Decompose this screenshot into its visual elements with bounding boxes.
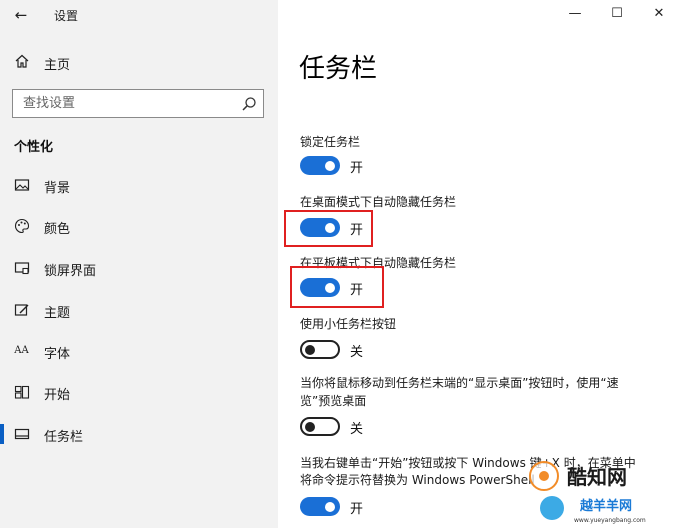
settings-window: ← 设置 主页 个性化: [0, 0, 682, 528]
sidebar-item-taskbar[interactable]: 任务栏: [0, 419, 278, 449]
setting-label-autohide-desktop: 在桌面模式下自动隐藏任务栏: [300, 195, 457, 209]
setting-label-peek-line2: 览”预览桌面: [300, 394, 367, 408]
setting-peek: 关: [300, 416, 380, 438]
search-box[interactable]: [12, 89, 264, 118]
sidebar-item-colors[interactable]: 颜色: [0, 211, 278, 241]
sidebar-item-background[interactable]: 背景: [0, 170, 278, 200]
powershell-toggle[interactable]: [300, 497, 340, 516]
toggle-state-text: 关: [350, 422, 364, 437]
setting-small-buttons: 关: [300, 339, 380, 361]
sidebar-item-label: 任务栏: [44, 430, 84, 445]
setting-autohide-tablet: 开: [300, 277, 380, 299]
sidebar-item-fonts[interactable]: AA 字体: [0, 336, 278, 366]
watermark-brand: 酷知网: [567, 465, 627, 489]
sidebar-item-label: 主题: [44, 306, 71, 321]
watermark-sub: 越羊羊网: [579, 498, 632, 514]
watermark-logo: 酷知网 越羊羊网 www.yueyangbang.com: [529, 461, 646, 524]
app-title: 设置: [54, 9, 79, 23]
lock-taskbar-toggle[interactable]: [300, 156, 340, 175]
lock-screen-icon: [13, 259, 30, 276]
toggle-knob: [305, 344, 315, 355]
arrow-left-icon: ←: [14, 6, 28, 24]
back-button[interactable]: ←: [10, 5, 32, 25]
toggle-state-text: 开: [350, 502, 364, 517]
window-controls: — ☐ ✕: [542, 0, 682, 30]
sidebar-item-label: 主页: [44, 58, 71, 73]
maximize-button[interactable]: ☐: [606, 4, 628, 24]
toggle-knob: [325, 160, 335, 171]
sidebar: ← 设置 主页 个性化: [0, 0, 278, 528]
setting-label-peek-line1: 当你将鼠标移动到任务栏末端的“显示桌面”按钮时，使用“速: [300, 376, 619, 390]
sidebar-item-themes[interactable]: 主题: [0, 295, 278, 325]
font-icon: AA: [13, 342, 30, 359]
toggle-state-text: 开: [350, 283, 364, 298]
close-button[interactable]: ✕: [648, 4, 670, 24]
peek-toggle[interactable]: [300, 417, 340, 436]
main-content: — ☐ ✕ 任务栏 锁定任务栏 开 在桌面模式下自动隐藏任务栏 开 在平板模式下…: [278, 0, 682, 528]
setting-label-powershell-line2: 将命令提示符替换为 Windows PowerShell: [300, 473, 535, 487]
search-icon[interactable]: [241, 96, 257, 112]
toggle-knob: [325, 501, 335, 512]
watermark: 酷知网 越羊羊网 www.yueyangbang.com: [522, 458, 682, 528]
sidebar-item-start[interactable]: 开始: [0, 377, 278, 407]
setting-lock-taskbar: 开: [300, 155, 380, 177]
sidebar-item-label: 开始: [44, 388, 71, 403]
setting-label-lock-taskbar: 锁定任务栏: [300, 135, 361, 149]
setting-label-small-buttons: 使用小任务栏按钮: [300, 317, 397, 331]
sidebar-item-home[interactable]: 主页: [0, 50, 278, 76]
setting-autohide-desktop: 开: [300, 217, 380, 239]
palette-icon: [13, 217, 30, 234]
toggle-knob: [325, 282, 335, 293]
search-input[interactable]: [13, 90, 233, 117]
picture-icon: [13, 176, 30, 193]
setting-powershell: 开: [300, 496, 380, 518]
sidebar-item-label: 字体: [44, 347, 71, 362]
autohide-desktop-toggle[interactable]: [300, 218, 340, 237]
sidebar-item-lock-screen[interactable]: 锁屏界面: [0, 253, 278, 283]
active-indicator: [0, 424, 4, 444]
minimize-button[interactable]: —: [564, 4, 586, 24]
sidebar-item-label: 背景: [44, 181, 71, 196]
start-grid-icon: [13, 383, 30, 400]
home-icon: [14, 53, 30, 69]
toggle-state-text: 开: [350, 223, 364, 238]
page-title: 任务栏: [299, 54, 378, 84]
toggle-knob: [325, 222, 335, 233]
toggle-state-text: 关: [350, 345, 364, 360]
theme-brush-icon: [13, 301, 30, 318]
sidebar-item-label: 颜色: [44, 222, 71, 237]
small-buttons-toggle[interactable]: [300, 340, 340, 359]
autohide-tablet-toggle[interactable]: [300, 278, 340, 297]
taskbar-icon: [13, 425, 30, 442]
toggle-knob: [305, 421, 315, 432]
toggle-state-text: 开: [350, 161, 364, 176]
section-title: 个性化: [14, 140, 54, 155]
sidebar-item-label: 锁屏界面: [44, 264, 97, 279]
font-icon-glyph: AA: [14, 345, 29, 356]
watermark-url: www.yueyangbang.com: [574, 517, 646, 524]
